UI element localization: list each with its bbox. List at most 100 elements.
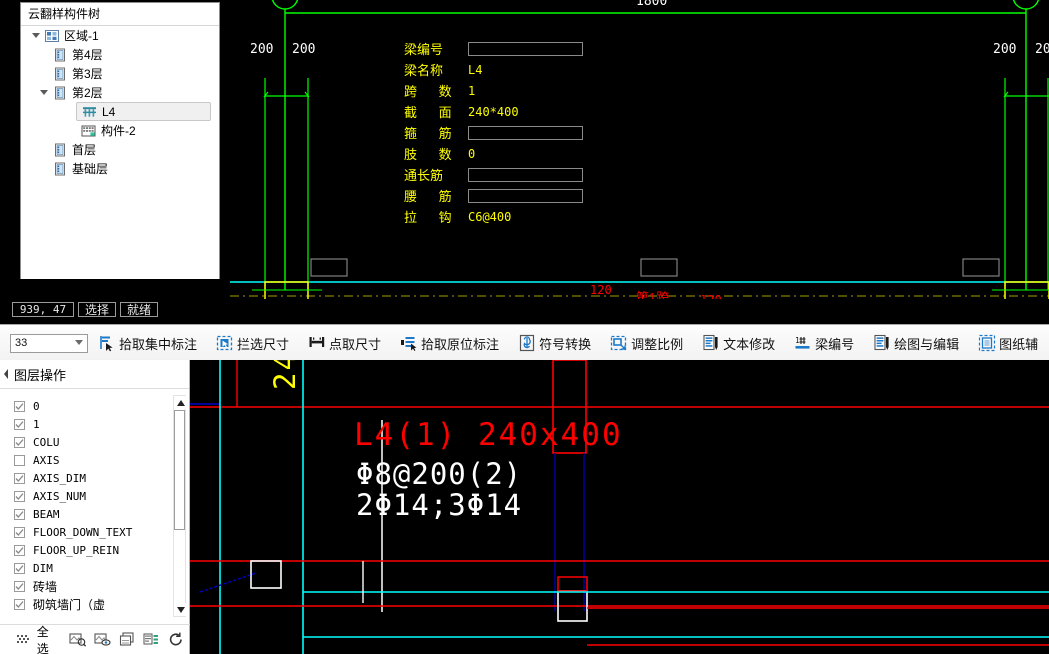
beam-number-button[interactable]: 1 梁编号 (784, 326, 863, 360)
toolbar-button-label: 调整比例 (631, 336, 684, 352)
cad-dimension-label: 120 (590, 283, 612, 297)
component-tree-panel[interactable]: 云翻样构件树 区域-1 第4层 第3层 第2层 L4 构件-2 首层 基础层 (20, 2, 220, 279)
drawing-assist-button[interactable]: 图纸辅 (968, 326, 1047, 360)
toolbar-button-label: 点取尺寸 (329, 336, 382, 352)
text-edit-button[interactable]: 文本修改 (692, 326, 784, 360)
show-layer-icon[interactable] (91, 630, 113, 650)
beam-properties-panel: 梁编号 梁名称 L4 跨 数 1 截 面 240*400 箍 筋 肢 数 0 通… (404, 38, 594, 227)
draw-and-edit-button[interactable]: 绘图与编辑 (863, 326, 968, 360)
tree-node-foundation[interactable]: 基础层 (21, 159, 219, 178)
layer-list-scrollbar[interactable] (173, 395, 187, 617)
layer-panel-title: 图层操作 (14, 367, 67, 383)
waist-rebar-input[interactable] (468, 188, 583, 203)
cad-viewport-top[interactable]: 1800 200 200 200 20 120 第1跨 120 梁编号 梁名称 … (0, 0, 1049, 324)
layer-row[interactable]: BEAM (0, 505, 189, 523)
layer-row[interactable]: 砌筑墙门（虚 (0, 595, 189, 613)
chevron-down-icon[interactable] (71, 340, 87, 346)
layer-row[interactable]: FLOOR_UP_REIN (0, 541, 189, 559)
tree-node-ground-floor[interactable]: 首层 (21, 140, 219, 159)
layer-row[interactable]: AXIS_NUM (0, 487, 189, 505)
beam-icon (81, 105, 98, 119)
symbol-convert-button[interactable]: 符号转换 (508, 326, 600, 360)
layer-name: 砌筑墙门（虚 (33, 597, 106, 612)
cad-annotation: 200 (993, 42, 1017, 57)
property-label: 箍 筋 (404, 126, 461, 141)
chevron-down-icon[interactable] (29, 33, 43, 38)
layer-row[interactable]: 砖墙 (0, 577, 189, 595)
layer-checkbox[interactable] (14, 508, 25, 520)
scroll-down-arrow-icon[interactable] (174, 603, 187, 616)
tree-body[interactable]: 区域-1 第4层 第3层 第2层 L4 构件-2 首层 基础层 (21, 26, 219, 279)
box-select-dimension-icon (215, 334, 234, 353)
tree-node-label: 首层 (72, 143, 97, 157)
toolbar-button-label: 文本修改 (723, 336, 776, 352)
isolate-layer-icon[interactable] (116, 630, 138, 650)
layer-operations-panel[interactable]: 图层操作 0 1 COLU AXIS AXIS_DIM AXIS_NUM BEA… (0, 360, 190, 654)
tree-node-region[interactable]: 区域-1 (21, 26, 219, 45)
property-row-span-count: 跨 数 1 (404, 80, 594, 101)
pick-original-annotation-icon (399, 334, 418, 353)
stirrup-input[interactable] (468, 125, 583, 140)
tree-panel-title: 云翻样构件树 (21, 3, 219, 26)
floor-icon (51, 162, 68, 176)
layer-checkbox[interactable] (14, 598, 25, 610)
refresh-icon[interactable] (165, 630, 187, 650)
symbol-convert-icon (517, 334, 536, 353)
hide-layer-icon[interactable] (66, 630, 88, 650)
layer-list[interactable]: 0 1 COLU AXIS AXIS_DIM AXIS_NUM BEAM FLO… (0, 389, 189, 621)
layer-checkbox[interactable] (14, 490, 25, 502)
through-rebar-input[interactable] (468, 167, 583, 182)
tree-node-floor4[interactable]: 第4层 (21, 45, 219, 64)
toolbar-button-label: 拾取原位标注 (421, 336, 500, 352)
beam-number-input[interactable] (468, 41, 583, 56)
pick-concentrated-annotation-button[interactable]: 拾取集中标注 (88, 326, 206, 360)
tree-node-component2[interactable]: 构件-2 (21, 121, 219, 140)
select-all-label[interactable]: 全选 (37, 623, 61, 654)
scale-combo[interactable]: 33 (10, 333, 88, 353)
tree-node-floor2[interactable]: 第2层 (21, 83, 219, 102)
application-window: 1800 200 200 200 20 120 第1跨 120 梁编号 梁名称 … (0, 0, 1049, 654)
layer-checkbox[interactable] (14, 400, 25, 412)
layer-name: FLOOR_DOWN_TEXT (33, 525, 133, 539)
layer-checkbox[interactable] (14, 418, 25, 430)
text-edit-icon (701, 334, 720, 353)
layer-name: BEAM (33, 507, 60, 521)
tree-node-label: L4 (102, 104, 116, 119)
tree-node-floor3[interactable]: 第3层 (21, 64, 219, 83)
collapse-left-icon[interactable] (0, 369, 12, 379)
layer-checkbox[interactable] (14, 544, 25, 556)
point-pick-dimension-button[interactable]: 点取尺寸 (298, 326, 390, 360)
floor-icon (51, 86, 68, 100)
scrollbar-thumb[interactable] (174, 410, 185, 530)
layer-row[interactable]: AXIS_DIM (0, 469, 189, 487)
tree-node-l4[interactable]: L4 (76, 102, 211, 121)
cad-bottom-drawing (190, 360, 1049, 654)
layer-checkbox[interactable] (14, 562, 25, 574)
layer-row[interactable]: DIM (0, 559, 189, 577)
layer-manager-icon[interactable] (141, 630, 163, 650)
layer-name: DIM (33, 561, 53, 575)
limb-count-value: 0 (468, 146, 476, 161)
scroll-up-arrow-icon[interactable] (174, 396, 187, 409)
cad-viewport-bottom[interactable]: L4(1) 240x400 Φ8@200(2) 2Φ14;3Φ14 240x40… (190, 360, 1049, 654)
chevron-down-icon[interactable] (37, 90, 51, 95)
cad-stirrup-label: Φ8@200(2) (356, 457, 523, 491)
pick-original-annotation-button[interactable]: 拾取原位标注 (390, 326, 508, 360)
svg-text:1: 1 (795, 336, 800, 345)
layer-row[interactable]: 1 (0, 415, 189, 433)
layer-name: AXIS (33, 453, 60, 467)
layer-checkbox[interactable] (14, 472, 25, 484)
select-all-icon[interactable] (12, 630, 34, 650)
property-row-stirrup: 箍 筋 (404, 122, 594, 143)
layer-checkbox[interactable] (14, 454, 25, 466)
adjust-scale-button[interactable]: 调整比例 (600, 326, 692, 360)
layer-row[interactable]: COLU (0, 433, 189, 451)
layer-checkbox[interactable] (14, 436, 25, 448)
layer-row[interactable]: FLOOR_DOWN_TEXT (0, 523, 189, 541)
layer-checkbox[interactable] (14, 526, 25, 538)
box-select-dimension-button[interactable]: 拦选尺寸 (206, 326, 298, 360)
toolbar-button-label: 绘图与编辑 (894, 336, 960, 352)
layer-row[interactable]: 0 (0, 397, 189, 415)
layer-checkbox[interactable] (14, 580, 25, 592)
layer-row[interactable]: AXIS (0, 451, 189, 469)
